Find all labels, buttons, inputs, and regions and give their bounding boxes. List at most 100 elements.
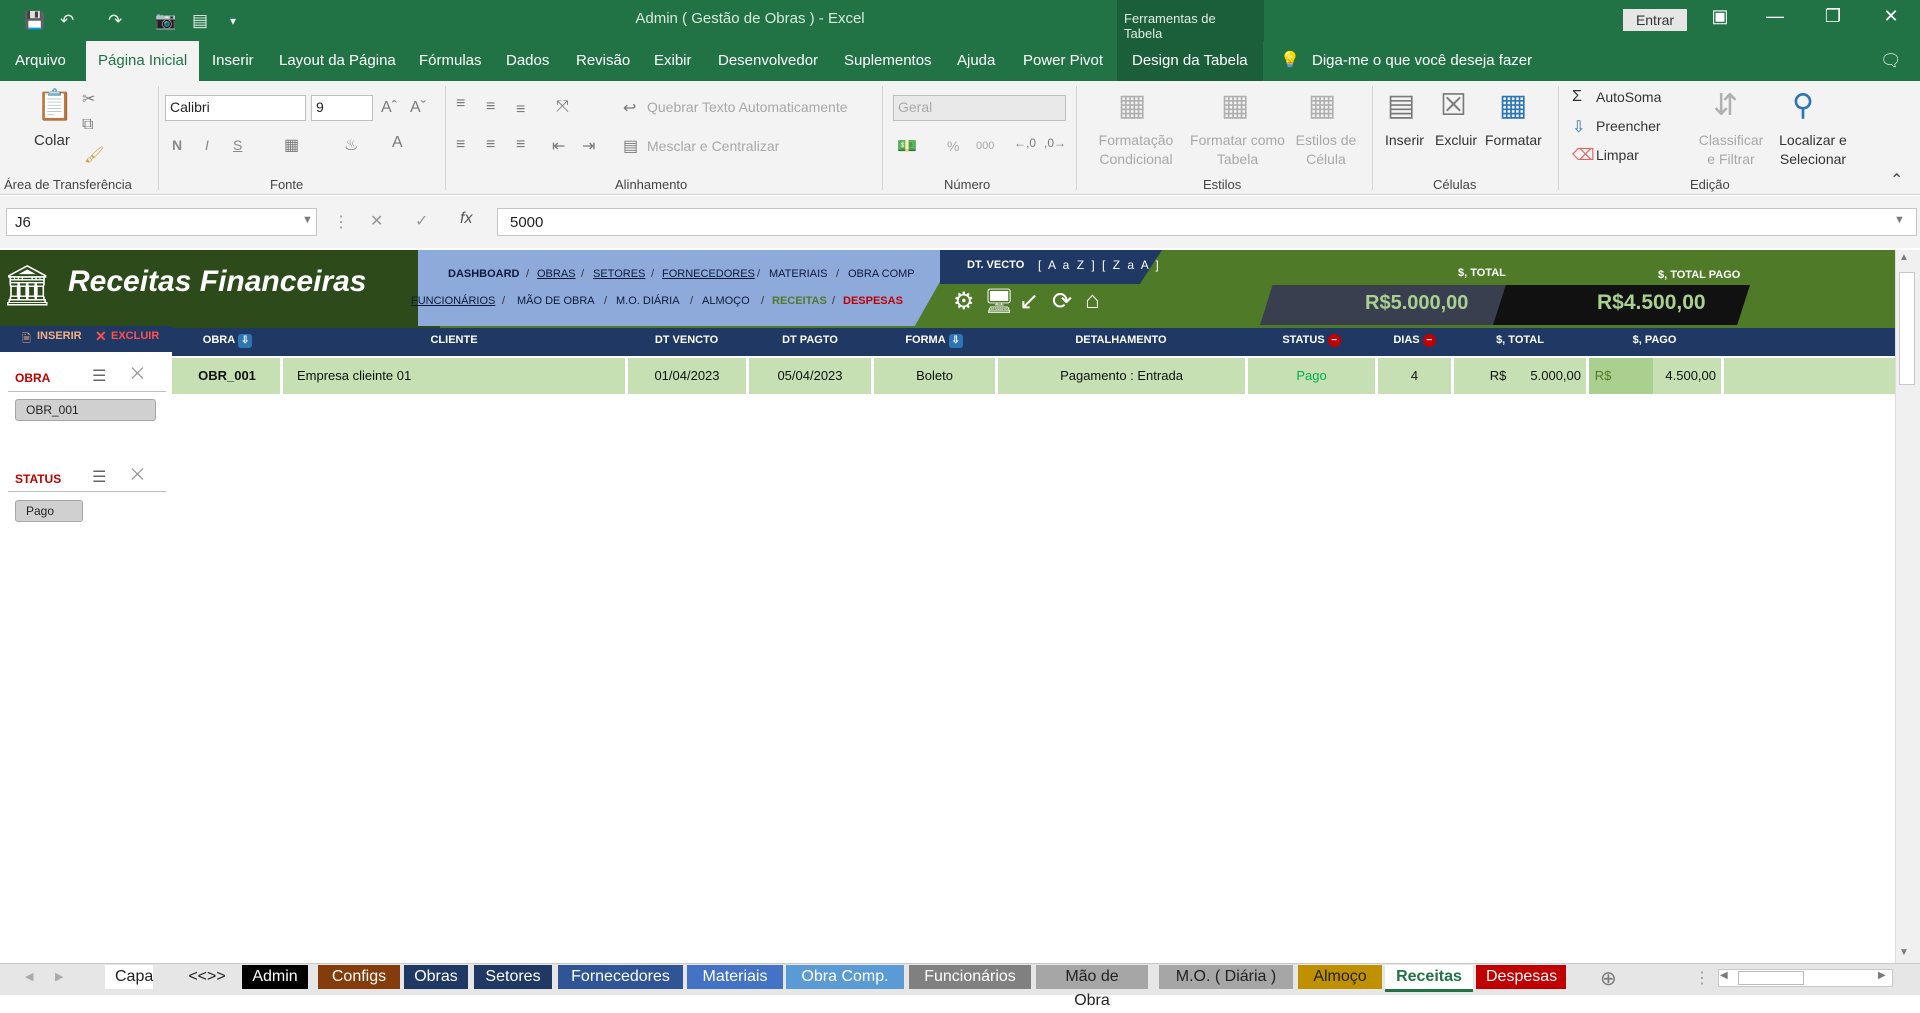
fill-color-icon[interactable]: ♨ [344,135,358,155]
nav-funcionarios[interactable]: FUNCIONÁRIOS [411,295,495,307]
sheet-tab-m-o-di-ria[interactable]: M.O. ( Diária ) [1159,965,1293,989]
cell-status[interactable]: Pago [1248,358,1375,394]
inserir-button[interactable]: INSERIR [37,330,82,342]
insert-cells-button[interactable]: Inserir [1385,132,1424,148]
col-header-detalhamento[interactable]: DETALHAMENTO [997,334,1245,346]
cell-detalhamento[interactable]: Pagamento : Entrada [998,358,1245,394]
slicer-status-item[interactable]: Pago [15,500,83,522]
cell-styles-line2[interactable]: Célula [1290,151,1362,167]
font-size-select[interactable]: 9 [311,95,373,121]
clear-filter-icon[interactable]: ⨉ [131,366,144,384]
cell-obra[interactable]: OBR_001 [174,358,280,394]
cell-styles-line1[interactable]: Estilos de [1290,132,1362,148]
nav-mao-de-obra[interactable]: MÃO DE OBRA [517,295,595,307]
sheet-tab-receitas[interactable]: Receitas [1385,965,1473,992]
scroll-thumb[interactable] [1899,272,1915,385]
home-icon[interactable]: ⌂ [1085,287,1100,315]
borders-icon[interactable]: ▦ [284,135,299,155]
sheet-tab-fornecedores[interactable]: Fornecedores [558,965,683,989]
tab-desenvolvedor[interactable]: Desenvolvedor [718,41,818,81]
ribbon-display-icon[interactable]: ▣ [1705,6,1735,27]
align-middle-icon[interactable]: ≡ [486,98,495,116]
format-cells-button[interactable]: Formatar [1485,132,1542,148]
percent-button[interactable]: % [947,138,959,154]
fill-icon[interactable]: ⇩ [1572,117,1585,137]
nav-obras[interactable]: OBRAS [537,268,576,280]
cell-dt-vencto[interactable]: 01/04/2023 [628,358,746,394]
decrease-decimal-icon[interactable]: ,0→ [1044,136,1066,150]
col-header-cliente[interactable]: CLIENTE [282,334,626,346]
h-scroll-thumb[interactable] [1738,971,1804,985]
tab-power-pivot[interactable]: Power Pivot [1023,41,1103,81]
copy-icon[interactable]: ⧉ [82,116,93,134]
nav-obra-comp[interactable]: OBRA COMP [848,268,915,280]
cell-total[interactable]: 5.000,00 [1510,358,1581,394]
nav-fornecedores[interactable]: FORNECEDORES [662,268,755,280]
find-select-line2[interactable]: Selecionar [1771,151,1855,167]
format-table-icon[interactable]: ▦ [1221,88,1249,123]
tab-suplementos[interactable]: Suplementos [844,41,932,81]
name-box-dropdown-icon[interactable]: ▼ [302,214,313,226]
sheet-tab-despesas[interactable]: Despesas [1476,965,1566,989]
nav-dashboard[interactable]: DASHBOARD [448,268,520,280]
tab-formulas[interactable]: Fórmulas [419,41,482,81]
sort-links[interactable]: [ A a Z ] [ Z a A ] [1038,258,1161,272]
sort-filter-line1[interactable]: Classificar [1693,132,1769,148]
collapse-ribbon-icon[interactable]: ⌃ [1890,170,1903,190]
sort-down-icon[interactable]: ⇩ [238,334,253,348]
close-icon[interactable]: ✕ [1876,6,1906,27]
nav-setores[interactable]: SETORES [593,268,645,280]
new-sheet-icon[interactable]: ⊕ [1600,966,1617,991]
settings-icon[interactable]: ⚙ [953,287,975,316]
cell-dt-pagto[interactable]: 05/04/2023 [749,358,871,394]
number-format-select[interactable]: Geral [893,95,1066,121]
nav-almoco[interactable]: ALMOÇO [702,295,750,307]
sheet-tab-admin[interactable]: Admin [242,965,308,989]
multi-select-icon[interactable]: ☰ [92,366,106,386]
excluir-button[interactable]: EXCLUIR [111,330,159,342]
clear-filter-icon[interactable]: ⨉ [131,467,144,485]
autosum-button[interactable]: AutoSoma [1596,89,1661,105]
sheet-tab-almo-o[interactable]: Almoço [1298,965,1382,989]
cell-forma[interactable]: Boleto [874,358,995,394]
align-bottom-icon[interactable]: ≡ [516,101,525,119]
col-header-status[interactable]: STATUS − [1247,334,1376,347]
fill-button[interactable]: Preencher [1596,118,1661,134]
align-center-icon[interactable]: ≡ [486,136,495,154]
nav-despesas[interactable]: DESPESAS [843,295,903,307]
wrap-text-button[interactable]: Quebrar Texto Automaticamente [647,99,848,115]
tab-ajuda[interactable]: Ajuda [957,41,995,81]
enter-icon[interactable]: ✓ [415,211,428,231]
scroll-down-icon[interactable]: ▼ [1899,947,1909,958]
increase-decimal-icon[interactable]: ←,0 [1014,136,1036,150]
signin-button[interactable]: Entrar [1623,9,1687,31]
import-icon[interactable]: ↙ [1019,287,1039,316]
format-table-line1[interactable]: Formatar como [1185,132,1290,148]
increase-indent-icon[interactable]: ⇥ [582,136,595,156]
sheet-tab-obras[interactable]: Obras [404,965,468,989]
underline-button[interactable]: S [233,137,242,153]
cell-styles-icon[interactable]: ▦ [1308,88,1336,123]
clear-button[interactable]: Limpar [1596,147,1639,163]
tab-inserir[interactable]: Inserir [212,41,254,81]
expand-formula-icon[interactable]: ▼ [1894,214,1905,226]
col-header-dt-vencto[interactable]: DT VENCTO [627,334,746,346]
tab-design-tabela[interactable]: Design da Tabela [1117,41,1263,81]
scroll-up-icon[interactable]: ▲ [1899,252,1909,263]
tab-revisao[interactable]: Revisão [576,41,630,81]
formula-input[interactable]: 5000 [497,208,1917,236]
sheet-tab-setores[interactable]: Setores [474,965,552,989]
grow-font-icon[interactable]: Aˆ [381,99,397,117]
find-select-icon[interactable]: ⚲ [1792,88,1814,123]
sort-filter-icon[interactable]: ⇵ [1713,88,1738,123]
merge-center-button[interactable]: Mesclar e Centralizar [647,138,779,154]
sheet-tab-obra-comp[interactable]: Obra Comp. [786,965,904,989]
prev-sheet-icon[interactable]: ◀ [25,970,33,983]
col-header-forma[interactable]: FORMA ⇩ [873,334,995,348]
name-box[interactable]: J6 [6,208,317,236]
font-color-icon[interactable]: A [392,134,403,152]
conditional-format-icon[interactable]: ▦ [1118,88,1146,123]
tab-dados[interactable]: Dados [506,41,549,81]
multi-select-icon[interactable]: ☰ [92,467,106,487]
conditional-format-line2[interactable]: Condicional [1096,151,1176,167]
